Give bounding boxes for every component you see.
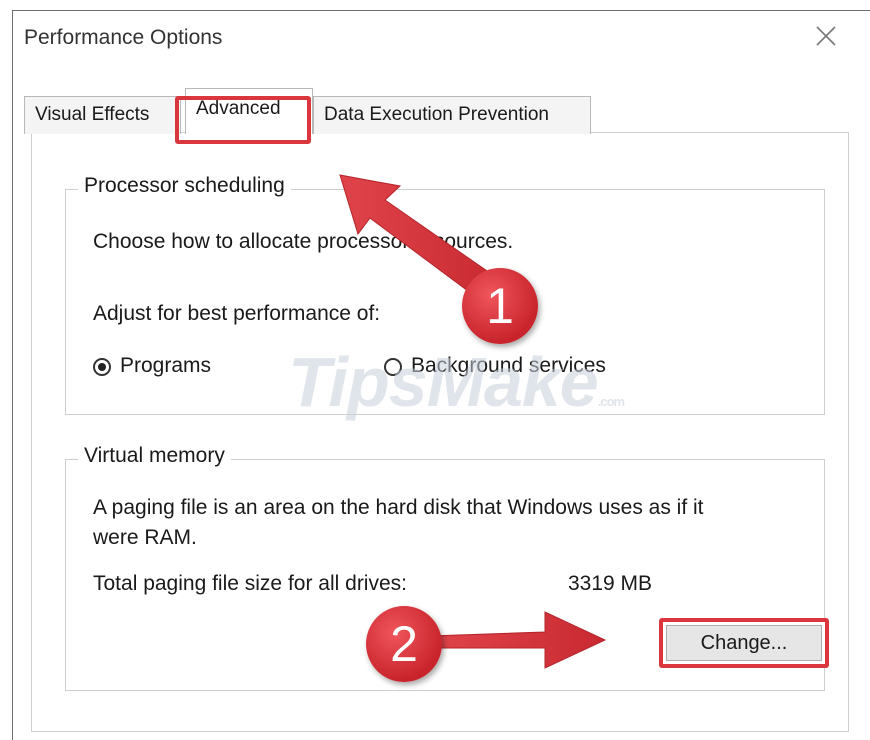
arrow-2-icon [429,611,607,669]
advanced-tab-highlight [175,96,311,144]
step-2-badge: 2 [366,606,442,682]
step-1-badge: 1 [462,268,538,344]
